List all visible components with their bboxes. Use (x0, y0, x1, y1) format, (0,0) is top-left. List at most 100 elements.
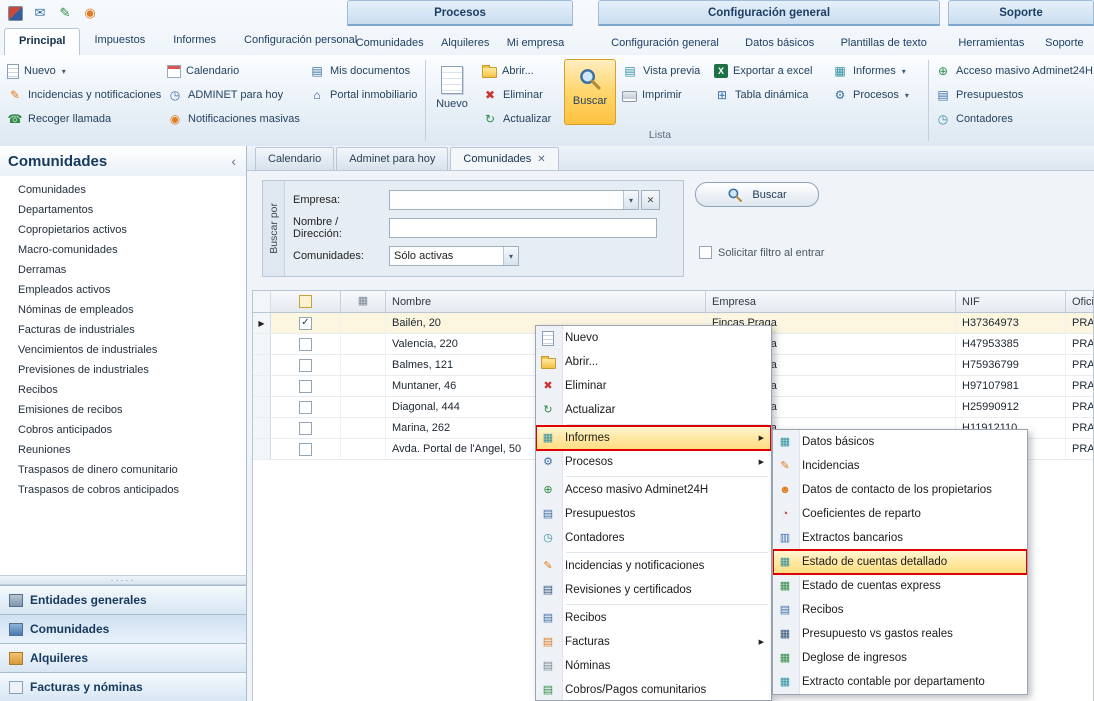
tab-soporte[interactable]: Soporte (1041, 31, 1088, 55)
checkbox-icon[interactable]: ✓ (299, 317, 312, 330)
column-header-nif[interactable]: NIF (956, 291, 1066, 312)
tab-configuracion-general[interactable]: Configuración general (607, 31, 723, 55)
submenu-item-deglose-ingresos[interactable]: ▦ Deglose de ingresos (773, 646, 1027, 670)
checkbox-icon[interactable] (299, 338, 312, 351)
tab-impuestos[interactable]: Impuestos (80, 28, 159, 55)
empresa-combobox[interactable]: ▾ (389, 190, 639, 210)
menu-item-recibos[interactable]: ▤ Recibos (536, 606, 771, 630)
ribbon-nuevo-big-button[interactable]: Nuevo (428, 59, 476, 125)
doctab-adminet-hoy[interactable]: Adminet para hoy (336, 147, 448, 170)
icon-column-header[interactable]: ▦ (341, 291, 386, 312)
tab-mi-empresa[interactable]: Mi empresa (503, 31, 568, 55)
menu-item-cobros-pagos[interactable]: ▤ Cobros/Pagos comunitarios (536, 678, 771, 701)
sidebar-nav-facturas-nominas[interactable]: Facturas y nóminas (0, 672, 246, 701)
ribbon-imprimir-button[interactable]: Imprimir (617, 83, 709, 107)
notes-icon[interactable]: ✎ (54, 2, 76, 24)
ribbon-notificaciones-masivas-button[interactable]: ◉ Notificaciones masivas (162, 107, 304, 131)
sidebar-item-emisiones[interactable]: Emisiones de recibos (0, 400, 246, 420)
submenu-item-presupuesto-vs-gastos[interactable]: ▦ Presupuesto vs gastos reales (773, 622, 1027, 646)
ribbon-adminet-hoy-button[interactable]: ◷ ADMINET para hoy (162, 83, 304, 107)
menu-item-facturas[interactable]: ▤ Facturas ▶ (536, 630, 771, 654)
checkbox-icon[interactable] (299, 422, 312, 435)
menu-item-actualizar[interactable]: ↻ Actualizar (536, 398, 771, 422)
sidebar-nav-entidades-generales[interactable]: Entidades generales (0, 585, 246, 614)
submenu-item-estado-cuentas-detallado[interactable]: ▦ Estado de cuentas detallado (773, 550, 1027, 574)
tab-alquileres[interactable]: Alquileres (437, 31, 493, 55)
submenu-item-recibos[interactable]: ▤ Recibos (773, 598, 1027, 622)
doctab-calendario[interactable]: Calendario (255, 147, 334, 170)
submenu-item-coeficientes[interactable]: ◔ Coeficientes de reparto (773, 502, 1027, 526)
tab-plantillas-texto[interactable]: Plantillas de texto (837, 31, 931, 55)
column-header-oficina[interactable]: Ofici (1066, 291, 1093, 312)
menu-item-abrir[interactable]: Abrir... (536, 350, 771, 374)
app-menu-button[interactable] (4, 2, 26, 24)
doctab-comunidades[interactable]: Comunidades ✕ (450, 147, 558, 170)
column-header-nombre[interactable]: Nombre (386, 291, 706, 312)
checkbox-icon[interactable] (299, 380, 312, 393)
sidebar-item-traspasos-cobros[interactable]: Traspasos de cobros anticipados (0, 480, 246, 500)
sidebar-item-previsiones[interactable]: Previsiones de industriales (0, 360, 246, 380)
submenu-item-estado-cuentas-express[interactable]: ▦ Estado de cuentas express (773, 574, 1027, 598)
ribbon-mis-documentos-button[interactable]: ▤ Mis documentos (304, 59, 424, 83)
clear-empresa-button[interactable]: ✕ (641, 190, 660, 210)
sidebar-item-vencimientos[interactable]: Vencimientos de industriales (0, 340, 246, 360)
sidebar-item-recibos[interactable]: Recibos (0, 380, 246, 400)
collapse-sidebar-icon[interactable]: ‹ (231, 153, 236, 169)
sidebar-item-comunidades[interactable]: Comunidades (0, 180, 246, 200)
submenu-item-extracto-contable[interactable]: ▦ Extracto contable por departamento (773, 670, 1027, 694)
submenu-item-datos-basicos[interactable]: ▦ Datos básicos (773, 430, 1027, 454)
tab-comunidades[interactable]: Comunidades (352, 31, 428, 55)
checkbox-icon[interactable] (299, 401, 312, 414)
menu-item-presupuestos[interactable]: ▤ Presupuestos (536, 502, 771, 526)
solicitar-filtro-checkbox[interactable]: Solicitar filtro al entrar (699, 246, 824, 259)
tab-datos-basicos[interactable]: Datos básicos (741, 31, 818, 55)
ribbon-acceso-masivo-button[interactable]: ⊕ Acceso masivo Adminet24H (930, 59, 1094, 83)
column-header-empresa[interactable]: Empresa (706, 291, 956, 312)
menu-item-nuevo[interactable]: Nuevo (536, 326, 771, 350)
checkbox-icon[interactable] (699, 246, 712, 259)
sidebar-item-derramas[interactable]: Derramas (0, 260, 246, 280)
sidebar-item-cobros-anticipados[interactable]: Cobros anticipados (0, 420, 246, 440)
sidebar-item-empleados[interactable]: Empleados activos (0, 280, 246, 300)
checkbox-icon[interactable] (299, 443, 312, 456)
ribbon-contadores-button[interactable]: ◷ Contadores (930, 107, 1094, 131)
ribbon-calendario-button[interactable]: Calendario (162, 59, 304, 83)
ribbon-tabla-dinamica-button[interactable]: ⊞ Tabla dinámica (709, 83, 827, 107)
menu-item-procesos[interactable]: ⚙ Procesos ▶ (536, 450, 771, 474)
sidebar-item-nominas-empleados[interactable]: Nóminas de empleados (0, 300, 246, 320)
ribbon-nuevo-dropdown[interactable]: Nuevo ▾ (2, 59, 162, 83)
menu-item-contadores[interactable]: ◷ Contadores (536, 526, 771, 550)
chevron-down-icon[interactable]: ▾ (503, 247, 518, 265)
ribbon-informes-dropdown[interactable]: ▦ Informes ▾ (827, 59, 927, 83)
nombre-direccion-input[interactable] (389, 218, 657, 238)
menu-item-informes[interactable]: ▦ Informes ▶ (536, 426, 771, 450)
sidebar-nav-alquileres[interactable]: Alquileres (0, 643, 246, 672)
menu-item-acceso-masivo[interactable]: ⊕ Acceso masivo Adminet24H (536, 478, 771, 502)
submenu-item-incidencias[interactable]: ✎ Incidencias (773, 454, 1027, 478)
select-all-header[interactable] (271, 291, 341, 312)
sidebar-splitter[interactable]: ····· (0, 575, 246, 585)
sidebar-item-copropietarios[interactable]: Copropietarios activos (0, 220, 246, 240)
tab-informes[interactable]: Informes (159, 28, 230, 55)
sidebar-item-macro-comunidades[interactable]: Macro-comunidades (0, 240, 246, 260)
chevron-down-icon[interactable]: ▾ (623, 191, 638, 209)
menu-item-nominas[interactable]: ▤ Nóminas (536, 654, 771, 678)
sidebar-item-facturas-industriales[interactable]: Facturas de industriales (0, 320, 246, 340)
ribbon-procesos-dropdown[interactable]: ⚙ Procesos ▾ (827, 83, 927, 107)
submenu-item-datos-contacto[interactable]: ☻ Datos de contacto de los propietarios (773, 478, 1027, 502)
tab-principal[interactable]: Principal (4, 28, 80, 55)
menu-item-eliminar[interactable]: ✖ Eliminar (536, 374, 771, 398)
ribbon-buscar-button[interactable]: Buscar (564, 59, 616, 125)
menu-item-revisiones[interactable]: ▤ Revisiones y certificados (536, 578, 771, 602)
ribbon-incidencias-button[interactable]: ✎ Incidencias y notificaciones (2, 83, 162, 107)
menu-item-incidencias[interactable]: ✎ Incidencias y notificaciones (536, 554, 771, 578)
sidebar-item-traspasos-dinero[interactable]: Traspasos de dinero comunitario (0, 460, 246, 480)
ribbon-abrir-button[interactable]: Abrir... (477, 59, 563, 83)
ribbon-exportar-excel-button[interactable]: X Exportar a excel (709, 59, 827, 83)
buscar-button[interactable]: Buscar (695, 182, 819, 207)
comunidades-combobox[interactable]: Sólo activas ▾ (389, 246, 519, 266)
sidebar-nav-comunidades[interactable]: Comunidades (0, 614, 246, 643)
ribbon-presupuestos-button[interactable]: ▤ Presupuestos (930, 83, 1094, 107)
ribbon-portal-inmobiliario-button[interactable]: ⌂ Portal inmobiliario (304, 83, 424, 107)
mail-icon[interactable]: ✉ (29, 2, 51, 24)
